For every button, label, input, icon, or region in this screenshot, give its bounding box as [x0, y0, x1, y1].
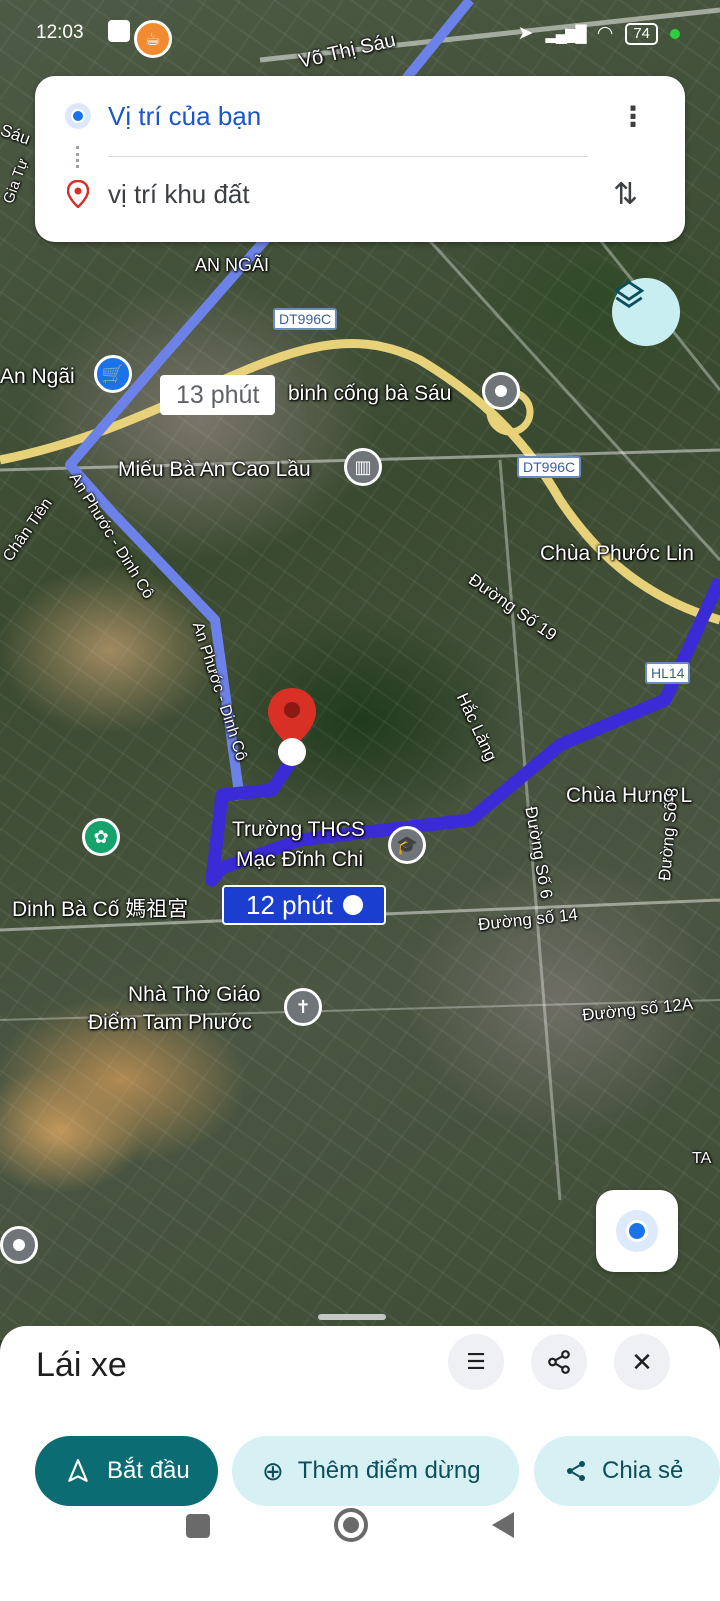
add-stop-label: Thêm điểm dừng: [297, 1457, 481, 1484]
road-tag: DT996C: [517, 456, 582, 478]
layers-button[interactable]: [612, 278, 680, 346]
church-icon[interactable]: ✝: [284, 988, 322, 1026]
route-time-text: 12 phút: [246, 889, 333, 920]
start-button[interactable]: Bắt đầu: [35, 1436, 218, 1506]
navigation-arrow-icon: [68, 1459, 88, 1482]
my-location-button[interactable]: [596, 1190, 678, 1272]
share-route-button[interactable]: [531, 1334, 587, 1390]
recents-button[interactable]: [186, 1514, 210, 1538]
eco-leaf-icon: [342, 895, 363, 915]
street-label: TA: [692, 1150, 712, 1167]
status-icons: ➤ ▂▄▆█ ◠ 74: [518, 22, 680, 45]
navigation-icon: ➤: [517, 23, 534, 44]
swap-icon[interactable]: ⇅: [613, 177, 638, 212]
route-options-button[interactable]: ☰: [448, 1334, 504, 1390]
status-bar: 12:03 ➤ ▂▄▆█ ◠ 74: [0, 0, 720, 66]
add-stop-button[interactable]: ⊕ Thêm điểm dừng: [232, 1436, 519, 1506]
close-icon: ✕: [631, 1346, 653, 1377]
place-label: Trường THCS: [232, 818, 365, 841]
route-card: Vị trí của bạn ⋮ vị trí khu đất ⇅: [35, 76, 685, 242]
route-time-text: 13 phút: [176, 381, 260, 409]
museum-icon[interactable]: ▥: [344, 448, 382, 486]
school-icon[interactable]: 🎓: [388, 826, 426, 864]
location-dot-icon: [626, 1220, 648, 1242]
place-label: binh cống bà Sáu: [288, 382, 452, 405]
destination-label: vị trí khu đất: [108, 178, 250, 209]
more-options-icon[interactable]: ⋮: [619, 100, 647, 133]
place-pin-icon[interactable]: [0, 1226, 38, 1264]
route-time-label-alt[interactable]: 13 phút: [160, 375, 276, 415]
destination-pin-icon: [67, 180, 89, 208]
origin-row[interactable]: Vị trí của bạn ⋮: [35, 86, 685, 146]
share-icon: [567, 1461, 585, 1481]
battery-icon: 74: [625, 22, 658, 45]
destination-row[interactable]: vị trí khu đất ⇅: [35, 164, 685, 224]
back-button[interactable]: [490, 1510, 516, 1540]
wifi-icon: ◠: [596, 23, 614, 44]
origin-label: Vị trí của bạn: [108, 100, 262, 131]
status-time: 12:03: [36, 22, 84, 43]
road-tag: HL14: [645, 662, 691, 684]
share-icon: [548, 1350, 570, 1374]
place-label: Miếu Bà An Cao Lầu: [118, 458, 311, 481]
shopping-cart-icon[interactable]: 🛒: [94, 355, 132, 393]
route-time-label-main[interactable]: 12 phút: [222, 885, 386, 925]
signal-icon: ▂▄▆█: [545, 25, 586, 43]
place-label: Nhà Thờ Giáo: [128, 983, 261, 1006]
destination-pin-icon[interactable]: [266, 686, 318, 768]
divider: [108, 156, 588, 157]
place-pin-icon[interactable]: [482, 372, 520, 410]
start-label: Bắt đầu: [107, 1457, 190, 1484]
layers-icon: [613, 280, 645, 309]
active-dot-icon: [670, 28, 680, 39]
zalo-icon: [108, 20, 130, 42]
add-place-icon: ⊕: [262, 1455, 284, 1486]
place-label: Chùa Phước Lin: [540, 542, 694, 565]
place-label: Dinh Bà Cố 媽祖宮: [12, 898, 189, 921]
flower-icon[interactable]: ✿: [82, 818, 120, 856]
tune-icon: ☰: [466, 1349, 486, 1374]
area-label: AN NGÃI: [195, 255, 270, 275]
origin-dot-icon: [65, 103, 91, 129]
place-label: An Ngãi: [0, 365, 75, 388]
place-label: Mạc Đĩnh Chi: [236, 848, 364, 871]
home-button[interactable]: [334, 1508, 368, 1542]
share-label: Chia sẻ: [602, 1457, 684, 1484]
drag-handle[interactable]: [318, 1314, 386, 1320]
road-tag: DT996C: [273, 308, 338, 330]
share-button[interactable]: Chia sẻ: [534, 1436, 720, 1506]
system-nav-bar: [0, 1508, 720, 1601]
close-button[interactable]: ✕: [614, 1334, 670, 1390]
sheet-title: Lái xe: [36, 1346, 127, 1384]
place-label: Điểm Tam Phước: [88, 1011, 252, 1034]
